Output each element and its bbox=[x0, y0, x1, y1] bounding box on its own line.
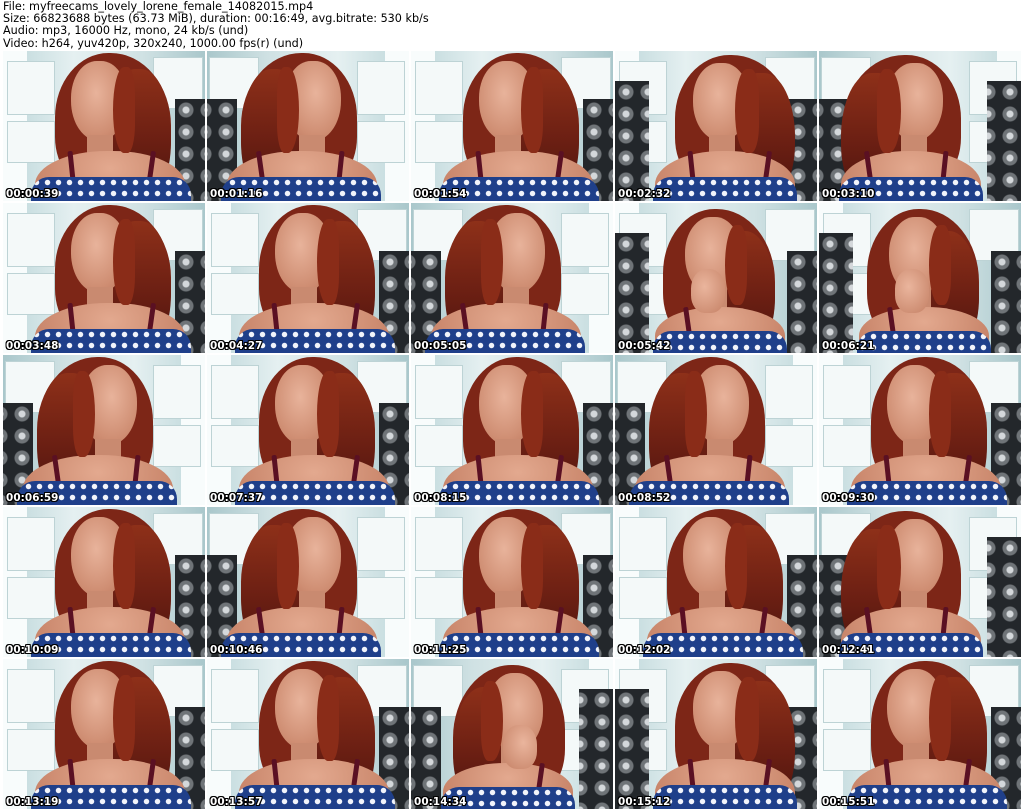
video-frame bbox=[411, 355, 613, 505]
video-thumbnail[interactable]: 00:08:15 bbox=[411, 355, 613, 505]
thumbnail-timestamp: 00:08:52 bbox=[618, 492, 671, 504]
thumbnail-timestamp: 00:12:02 bbox=[618, 644, 671, 656]
video-thumbnail[interactable]: 00:13:57 bbox=[207, 659, 409, 809]
video-thumbnail[interactable]: 00:03:48 bbox=[3, 203, 205, 353]
video-frame bbox=[207, 507, 409, 657]
video-frame bbox=[819, 507, 1021, 657]
thumbnail-timestamp: 00:08:15 bbox=[414, 492, 467, 504]
video-thumbnail[interactable]: 00:01:16 bbox=[207, 51, 409, 201]
video-frame bbox=[411, 203, 613, 353]
video-frame bbox=[411, 659, 613, 809]
video-thumbnail[interactable]: 00:02:32 bbox=[615, 51, 817, 201]
thumbnail-timestamp: 00:10:46 bbox=[210, 644, 263, 656]
video-frame bbox=[819, 355, 1021, 505]
video-frame bbox=[3, 659, 205, 809]
thumbnail-timestamp: 00:06:59 bbox=[6, 492, 59, 504]
video-thumbnail[interactable]: 00:11:25 bbox=[411, 507, 613, 657]
thumbnail-timestamp: 00:07:37 bbox=[210, 492, 263, 504]
video-thumbnail[interactable]: 00:12:02 bbox=[615, 507, 817, 657]
thumbnail-timestamp: 00:10:09 bbox=[6, 644, 59, 656]
thumbnail-timestamp: 00:03:48 bbox=[6, 340, 59, 352]
video-frame bbox=[3, 355, 205, 505]
video-thumbnail[interactable]: 00:15:51 bbox=[819, 659, 1021, 809]
video-frame bbox=[819, 51, 1021, 201]
video-frame bbox=[3, 51, 205, 201]
thumbnail-timestamp: 00:11:25 bbox=[414, 644, 467, 656]
thumbnail-timestamp: 00:05:42 bbox=[618, 340, 671, 352]
thumbnail-timestamp: 00:05:05 bbox=[414, 340, 467, 352]
video-thumbnail[interactable]: 00:03:10 bbox=[819, 51, 1021, 201]
thumbnail-timestamp: 00:02:32 bbox=[618, 188, 671, 200]
thumbnail-timestamp: 00:00:39 bbox=[6, 188, 59, 200]
video-thumbnail[interactable]: 00:15:12 bbox=[615, 659, 817, 809]
thumbnail-timestamp: 00:14:34 bbox=[414, 796, 467, 808]
video-frame bbox=[411, 51, 613, 201]
video-frame bbox=[411, 507, 613, 657]
video-frame bbox=[819, 203, 1021, 353]
video-frame bbox=[207, 51, 409, 201]
video-thumbnail[interactable]: 00:05:05 bbox=[411, 203, 613, 353]
thumbnail-timestamp: 00:12:41 bbox=[822, 644, 875, 656]
video-frame bbox=[3, 203, 205, 353]
video-frame bbox=[3, 507, 205, 657]
audio-info-line: Audio: mp3, 16000 Hz, mono, 24 kb/s (und… bbox=[3, 24, 249, 38]
video-thumbnail[interactable]: 00:12:41 bbox=[819, 507, 1021, 657]
video-frame bbox=[615, 355, 817, 505]
video-thumbnail[interactable]: 00:04:27 bbox=[207, 203, 409, 353]
video-thumbnail[interactable]: 00:08:52 bbox=[615, 355, 817, 505]
thumbnail-timestamp: 00:01:16 bbox=[210, 188, 263, 200]
thumbnail-timestamp: 00:15:51 bbox=[822, 796, 875, 808]
video-frame bbox=[207, 659, 409, 809]
video-thumbnail[interactable]: 00:05:42 bbox=[615, 203, 817, 353]
thumbnail-timestamp: 00:15:12 bbox=[618, 796, 671, 808]
video-frame bbox=[615, 507, 817, 657]
thumbnail-timestamp: 00:03:10 bbox=[822, 188, 875, 200]
thumbnail-timestamp: 00:01:54 bbox=[414, 188, 467, 200]
video-thumbnail[interactable]: 00:00:39 bbox=[3, 51, 205, 201]
video-thumbnail[interactable]: 00:06:59 bbox=[3, 355, 205, 505]
video-frame bbox=[207, 203, 409, 353]
video-frame bbox=[615, 51, 817, 201]
video-frame bbox=[207, 355, 409, 505]
video-frame bbox=[819, 659, 1021, 809]
thumbnail-timestamp: 00:06:21 bbox=[822, 340, 875, 352]
thumbnail-timestamp: 00:04:27 bbox=[210, 340, 263, 352]
video-thumbnail[interactable]: 00:14:34 bbox=[411, 659, 613, 809]
thumbnail-timestamp: 00:09:30 bbox=[822, 492, 875, 504]
video-frame bbox=[615, 203, 817, 353]
video-thumbnail[interactable]: 00:07:37 bbox=[207, 355, 409, 505]
thumbnail-grid: 00:00:39 00:01:16 00:01:54 00:02:32 00:03:10… bbox=[0, 51, 1024, 811]
video-thumbnail[interactable]: 00:01:54 bbox=[411, 51, 613, 201]
video-frame bbox=[615, 659, 817, 809]
video-info-header: File: myfreecams_lovely_lorene_female_14… bbox=[0, 0, 1024, 50]
video-thumbnail[interactable]: 00:10:09 bbox=[3, 507, 205, 657]
video-thumbnail[interactable]: 00:13:19 bbox=[3, 659, 205, 809]
video-thumbnail[interactable]: 00:10:46 bbox=[207, 507, 409, 657]
thumbnail-timestamp: 00:13:19 bbox=[6, 796, 59, 808]
video-thumbnail[interactable]: 00:09:30 bbox=[819, 355, 1021, 505]
video-thumbnail[interactable]: 00:06:21 bbox=[819, 203, 1021, 353]
thumbnail-timestamp: 00:13:57 bbox=[210, 796, 263, 808]
video-info-line: Video: h264, yuv420p, 320x240, 1000.00 f… bbox=[3, 36, 304, 50]
